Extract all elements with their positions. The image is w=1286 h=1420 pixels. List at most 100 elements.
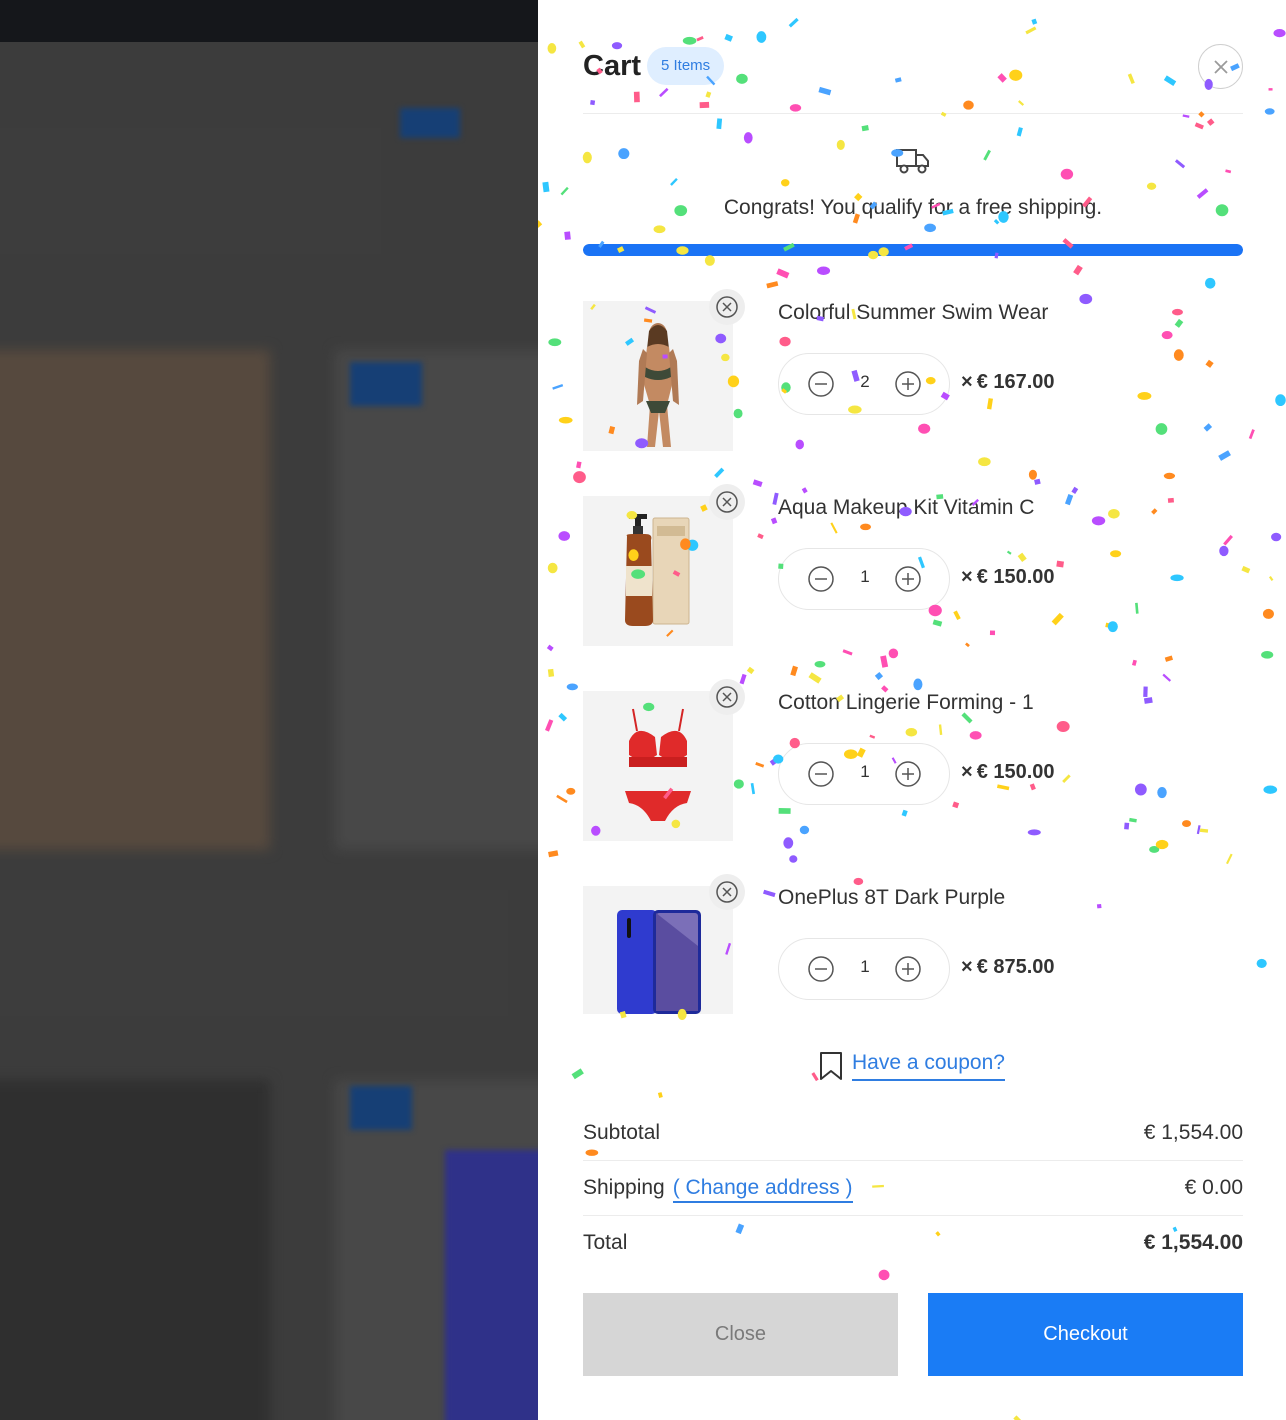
remove-item-button[interactable]	[709, 874, 745, 910]
item-name[interactable]: Aqua Makeup Kit Vitamin C	[778, 496, 1034, 520]
quantity-stepper: 2	[778, 353, 950, 415]
remove-item-button[interactable]	[709, 289, 745, 325]
confetti-piece	[552, 383, 564, 390]
confetti-piece	[913, 678, 923, 691]
background-overlay[interactable]	[0, 42, 538, 1420]
bookmark-icon	[820, 1052, 842, 1080]
confetti-piece	[1273, 29, 1286, 38]
confetti-piece	[1028, 469, 1037, 480]
confetti-piece	[801, 487, 808, 494]
background-topbar	[0, 0, 538, 42]
cart-totals: Subtotal € 1,554.00 Shipping ( Change add…	[583, 1106, 1243, 1271]
plus-circle-icon[interactable]	[894, 760, 922, 788]
confetti-piece	[756, 31, 767, 43]
free-shipping-progress-fill	[583, 244, 1243, 256]
confetti-piece	[573, 471, 586, 484]
item-name[interactable]: Colorful Summer Swim Wear	[778, 301, 1048, 325]
item-price: × € 150.00	[961, 761, 1055, 784]
item-name[interactable]: OnePlus 8T Dark Purple	[778, 886, 1005, 910]
remove-circle-icon	[716, 296, 738, 318]
item-name[interactable]: Cotton Lingerie Forming - 1	[778, 691, 1034, 715]
quantity-value[interactable]: 2	[843, 372, 887, 392]
confetti-piece	[538, 220, 543, 232]
confetti-piece	[880, 655, 889, 668]
subtotal-row: Subtotal € 1,554.00	[583, 1106, 1243, 1161]
confetti-piece	[1131, 659, 1137, 666]
cosmetics-bottle-photo	[625, 514, 690, 626]
cart-header: Cart 5 Items	[583, 44, 1243, 114]
confetti-piece	[788, 17, 799, 28]
item-price: × € 875.00	[961, 956, 1055, 979]
remove-item-button[interactable]	[709, 679, 745, 715]
items-count-badge: 5 Items	[647, 47, 725, 85]
confetti-piece	[746, 666, 755, 675]
confetti-piece	[547, 43, 557, 54]
confetti-piece	[817, 266, 831, 275]
plus-circle-icon[interactable]	[894, 370, 922, 398]
total-value: € 1,554.00	[1143, 1231, 1243, 1254]
quantity-value[interactable]: 1	[843, 957, 887, 977]
confetti-piece	[696, 36, 704, 42]
item-price-value: € 150.00	[976, 566, 1055, 588]
confetti-piece	[545, 719, 554, 732]
confetti-piece	[576, 461, 582, 469]
change-address-link[interactable]: ( Change address )	[672, 1176, 853, 1203]
plus-circle-icon[interactable]	[894, 955, 922, 983]
item-price-value: € 167.00	[976, 371, 1055, 393]
confetti-piece	[743, 132, 753, 144]
minus-circle-icon[interactable]	[807, 955, 835, 983]
plus-circle-icon[interactable]	[894, 565, 922, 593]
quantity-stepper: 1	[778, 548, 950, 610]
shipping-value: € 0.00	[1184, 1176, 1243, 1199]
coupon-label[interactable]: Have a coupon?	[852, 1051, 1005, 1081]
total-label: Total	[583, 1231, 628, 1254]
confetti-piece	[1268, 88, 1273, 91]
cart-item: Colorful Summer Swim Wear 2 × € 167.00	[583, 289, 1243, 453]
confetti-piece	[1163, 472, 1176, 480]
confetti-piece	[808, 672, 822, 684]
product-thumbnail[interactable]	[583, 691, 733, 841]
truck-icon	[896, 149, 929, 174]
coupon-link[interactable]: Have a coupon?	[818, 1047, 1005, 1085]
item-price-value: € 150.00	[976, 761, 1055, 783]
product-thumbnail[interactable]	[583, 496, 733, 646]
confetti-piece	[1013, 1415, 1023, 1420]
confetti-piece	[560, 186, 569, 196]
confetti-piece	[814, 660, 826, 668]
confetti-piece	[1256, 958, 1267, 968]
confetti-piece	[888, 648, 899, 659]
close-button[interactable]: Close	[583, 1293, 898, 1376]
confetti-piece	[1248, 429, 1255, 440]
remove-item-button[interactable]	[709, 484, 745, 520]
times-sign: ×	[961, 566, 973, 588]
subtotal-label: Subtotal	[583, 1121, 661, 1144]
times-sign: ×	[961, 956, 973, 978]
product-thumbnail[interactable]	[583, 886, 733, 1014]
quantity-value[interactable]: 1	[843, 762, 887, 782]
confetti-piece	[714, 467, 725, 478]
remove-circle-icon	[716, 491, 738, 513]
confetti-piece	[789, 855, 798, 863]
product-thumbnail[interactable]	[583, 301, 733, 451]
close-drawer-button[interactable]	[1198, 44, 1243, 89]
item-price: × € 167.00	[961, 371, 1055, 394]
quantity-value[interactable]: 1	[843, 567, 887, 587]
confetti-piece	[1073, 264, 1083, 276]
minus-circle-icon[interactable]	[807, 760, 835, 788]
confetti-piece	[1031, 18, 1038, 25]
minus-circle-icon[interactable]	[807, 565, 835, 593]
confetti-piece	[776, 268, 790, 279]
shipping-label-group: Shipping ( Change address )	[583, 1176, 853, 1203]
minus-circle-icon[interactable]	[807, 370, 835, 398]
times-sign: ×	[961, 761, 973, 783]
total-row: Total € 1,554.00	[583, 1216, 1243, 1271]
confetti-piece	[1262, 608, 1274, 619]
confetti-piece	[542, 181, 550, 193]
confetti-piece	[1261, 651, 1274, 659]
confetti-piece	[842, 649, 853, 656]
checkout-button[interactable]: Checkout	[928, 1293, 1243, 1376]
confetti-piece	[924, 223, 936, 233]
confetti-piece	[1034, 478, 1041, 485]
confetti-piece	[548, 850, 559, 858]
confetti-piece	[1149, 846, 1160, 853]
